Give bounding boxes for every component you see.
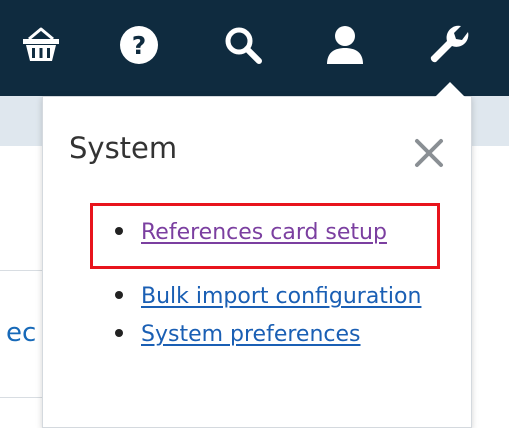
wrench-icon[interactable] bbox=[424, 20, 474, 70]
list-item: System preferences bbox=[115, 321, 361, 349]
close-icon[interactable] bbox=[411, 135, 447, 171]
bulk-import-configuration-link[interactable]: Bulk import configuration bbox=[141, 284, 421, 309]
highlight-box bbox=[90, 203, 440, 269]
background-text-fragment: ec bbox=[6, 318, 37, 348]
bullet-icon bbox=[115, 291, 123, 299]
search-icon[interactable] bbox=[218, 20, 268, 70]
bullet-icon bbox=[115, 329, 123, 337]
divider-line bbox=[0, 270, 44, 271]
list-item: Bulk import configuration bbox=[115, 283, 421, 311]
basket-icon[interactable] bbox=[16, 20, 66, 70]
user-icon[interactable] bbox=[320, 20, 370, 70]
dropdown-caret bbox=[435, 82, 465, 97]
help-icon[interactable]: ? bbox=[114, 20, 164, 70]
system-preferences-link[interactable]: System preferences bbox=[141, 322, 361, 347]
help-icon-glyph: ? bbox=[132, 31, 147, 60]
panel-title: System bbox=[69, 131, 178, 165]
divider-line bbox=[0, 397, 44, 398]
top-navigation-bar: ? bbox=[0, 0, 509, 96]
